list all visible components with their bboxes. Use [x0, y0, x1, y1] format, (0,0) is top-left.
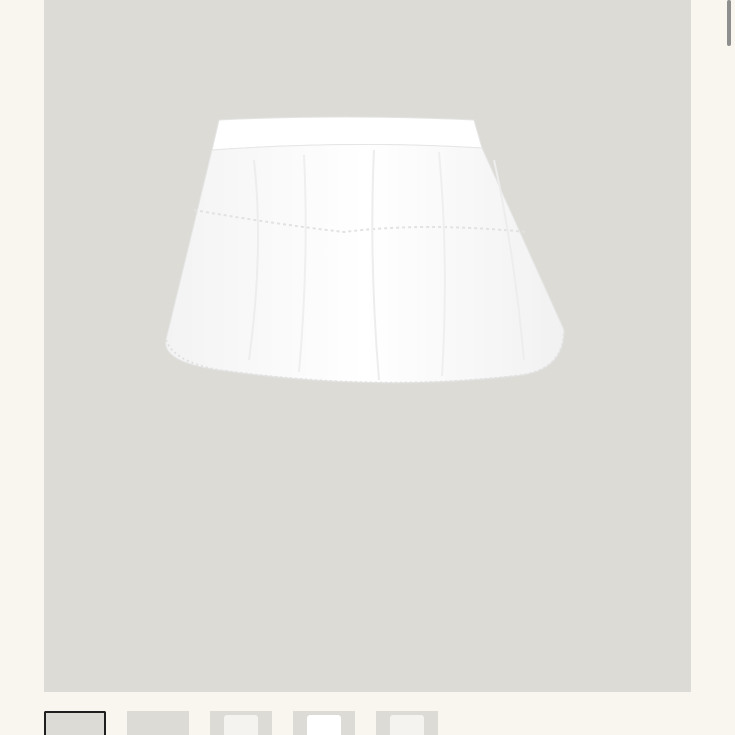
thumbnail-1[interactable]: [44, 711, 106, 735]
thumbnail-3[interactable]: [210, 711, 272, 735]
product-gallery-page: [0, 0, 735, 735]
thumbnail-4[interactable]: [293, 711, 355, 735]
skirt-illustration: [165, 116, 565, 384]
scrollbar-thumb[interactable]: [727, 0, 731, 46]
thumbnail-2[interactable]: [127, 711, 189, 735]
product-main-image[interactable]: [44, 0, 691, 692]
vertical-scrollbar[interactable]: [723, 0, 735, 735]
thumbnail-5[interactable]: [376, 711, 438, 735]
thumbnail-strip: [44, 711, 438, 735]
